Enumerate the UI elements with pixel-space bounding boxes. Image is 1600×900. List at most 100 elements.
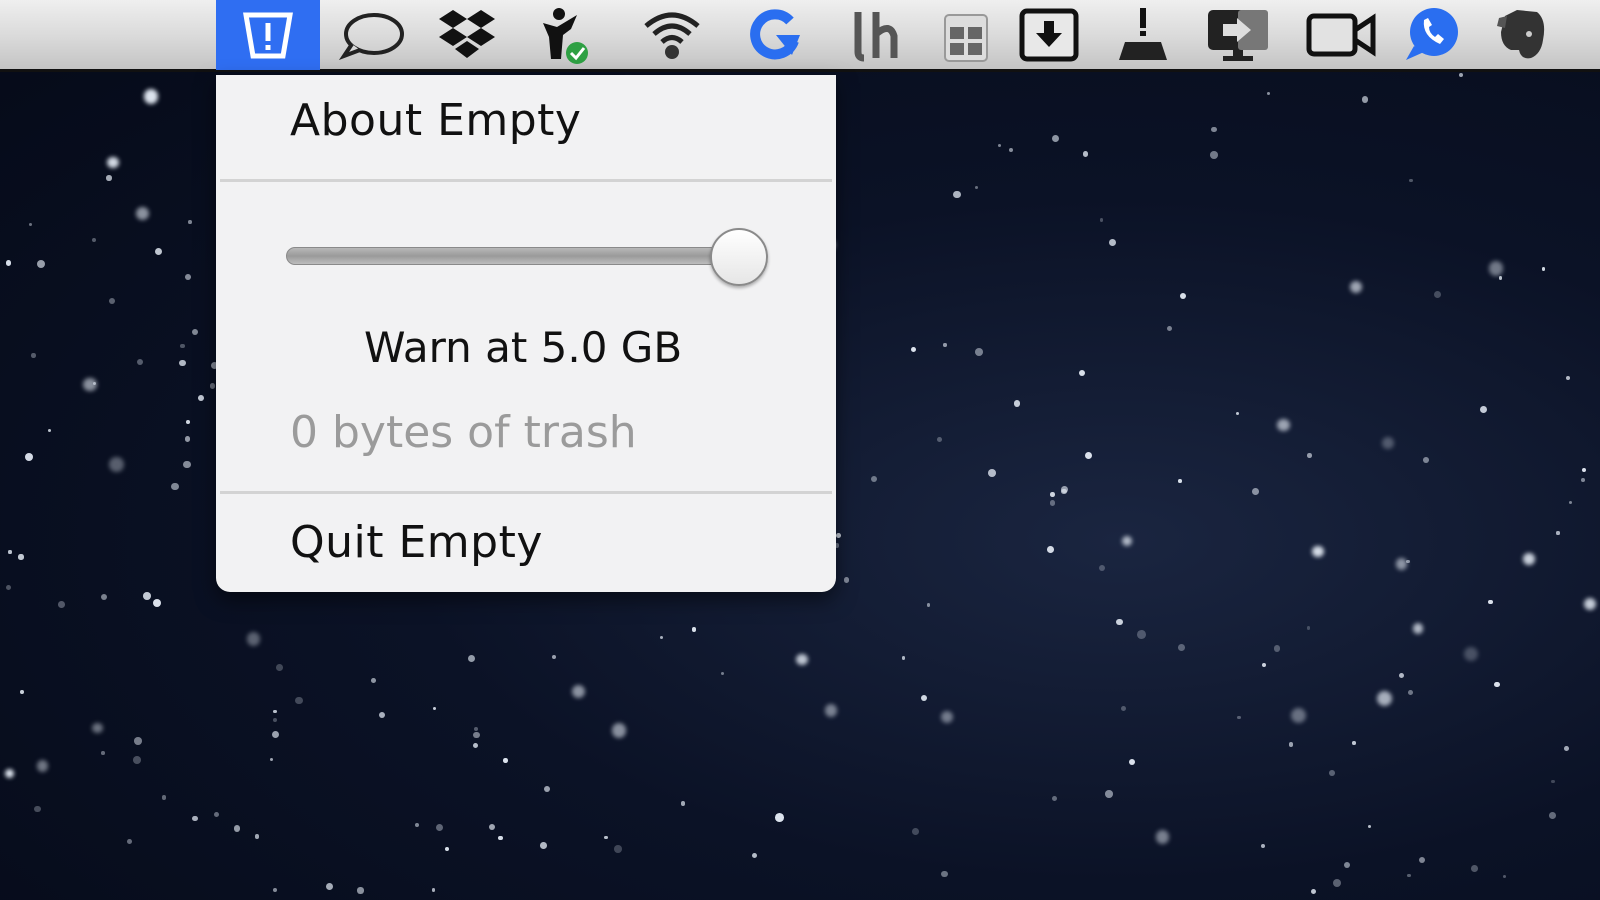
star — [1329, 770, 1335, 776]
google-sync-menu-extra[interactable] — [742, 0, 806, 70]
menu-separator — [220, 179, 832, 182]
star — [1311, 545, 1324, 558]
star — [472, 742, 479, 749]
star — [1178, 644, 1186, 652]
empty-trash-icon — [243, 12, 293, 59]
download-menu-extra[interactable] — [1016, 0, 1082, 70]
star — [234, 825, 241, 832]
lh-icon — [854, 12, 898, 62]
star — [775, 813, 785, 822]
evernote-elephant-icon — [1497, 10, 1545, 59]
empty-dropdown-menu: About Empty Warn at 5.0 GB 0 bytes of tr… — [216, 75, 836, 592]
star — [1288, 742, 1293, 747]
star — [843, 577, 850, 583]
star — [31, 353, 36, 358]
star — [4, 768, 15, 779]
star — [179, 359, 186, 367]
wifi-menu-extra[interactable] — [640, 0, 704, 70]
star — [379, 712, 386, 719]
star — [272, 888, 277, 893]
activity-menu-extra[interactable] — [534, 0, 596, 70]
star — [691, 627, 697, 632]
star — [24, 452, 33, 461]
star — [133, 737, 142, 745]
screen-share-icon — [1208, 10, 1268, 61]
star — [5, 260, 12, 267]
download-box-icon — [1019, 8, 1079, 62]
star — [109, 457, 124, 472]
star — [209, 383, 216, 390]
star — [180, 343, 185, 349]
star — [1382, 437, 1394, 449]
empty-trash-menu-extra[interactable] — [216, 0, 320, 70]
star — [1237, 715, 1241, 720]
star — [1376, 690, 1393, 707]
star — [272, 717, 277, 722]
star — [1407, 874, 1411, 878]
star — [1502, 875, 1506, 879]
star — [91, 238, 96, 243]
chat-bubble-icon — [338, 13, 404, 60]
star — [1277, 418, 1290, 431]
star — [1209, 151, 1218, 160]
star — [154, 247, 163, 256]
star — [57, 601, 65, 608]
video-menu-extra[interactable] — [1302, 0, 1382, 70]
star — [1563, 746, 1569, 752]
star — [751, 852, 757, 858]
star — [153, 599, 162, 608]
star — [552, 654, 557, 659]
star — [1273, 645, 1281, 653]
messages-menu-extra[interactable] — [336, 0, 408, 70]
star — [270, 757, 274, 761]
star — [988, 469, 996, 478]
warn-threshold-slider[interactable] — [286, 247, 756, 265]
star — [1423, 457, 1430, 463]
star — [1307, 452, 1312, 458]
star — [488, 823, 496, 831]
star — [1409, 178, 1413, 183]
star — [1179, 292, 1186, 300]
star — [467, 655, 475, 663]
star — [611, 723, 627, 738]
star — [107, 156, 119, 169]
star — [1310, 889, 1316, 895]
star — [604, 835, 609, 840]
evernote-menu-extra[interactable] — [1490, 0, 1554, 70]
star — [8, 550, 12, 554]
slider-knob[interactable] — [710, 228, 768, 286]
cleaner-menu-extra[interactable] — [1112, 0, 1174, 70]
star — [1050, 492, 1055, 497]
star — [1105, 790, 1113, 798]
grid-menu-extra[interactable] — [938, 0, 994, 70]
star — [1349, 280, 1363, 294]
phone-chat-menu-extra[interactable] — [1400, 0, 1464, 70]
about-empty-menu-item[interactable]: About Empty — [290, 95, 581, 146]
star — [276, 664, 284, 671]
lh-menu-extra[interactable] — [848, 0, 904, 70]
dropbox-menu-extra[interactable] — [432, 0, 502, 70]
star — [1251, 487, 1259, 495]
star — [370, 678, 376, 684]
star — [1398, 672, 1404, 678]
quit-empty-menu-item[interactable]: Quit Empty — [290, 517, 543, 568]
star — [136, 358, 144, 365]
star — [1493, 681, 1500, 688]
star — [1084, 451, 1093, 460]
star — [1306, 626, 1311, 630]
star — [1116, 618, 1123, 626]
star — [1408, 690, 1414, 696]
star — [1583, 597, 1597, 611]
star — [1568, 500, 1573, 505]
star — [357, 887, 364, 894]
star — [1290, 707, 1306, 723]
screen-share-menu-extra[interactable] — [1202, 0, 1274, 70]
star — [1061, 488, 1067, 494]
dropbox-icon — [439, 10, 495, 58]
star — [1361, 95, 1369, 103]
star — [920, 694, 928, 701]
star — [1121, 535, 1133, 547]
activity-checkmark-icon — [543, 8, 588, 64]
star — [473, 731, 480, 739]
star — [414, 823, 419, 828]
